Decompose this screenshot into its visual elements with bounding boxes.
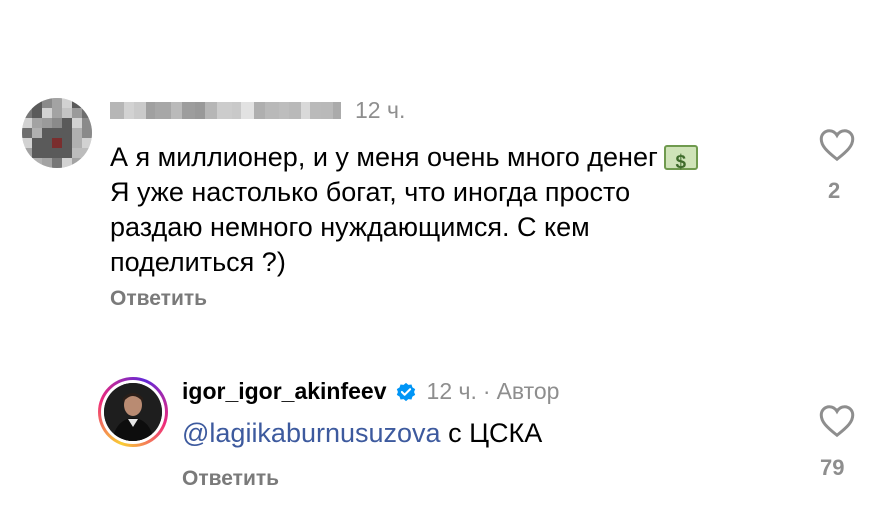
commenter-username-obscured[interactable] bbox=[110, 102, 348, 119]
comment-text: @lagiikaburnusuzova с ЦСКА bbox=[182, 418, 542, 449]
verified-badge-icon bbox=[396, 382, 415, 401]
money-emoji-icon bbox=[663, 145, 698, 180]
comment-timestamp: 12 ч. bbox=[355, 97, 406, 123]
reply-button[interactable]: Ответить bbox=[110, 287, 207, 311]
heart-outline-icon[interactable] bbox=[819, 128, 855, 162]
comment-line: раздаю немного нуждающимся. С кем bbox=[110, 212, 590, 242]
author-badge: Автор bbox=[496, 378, 560, 404]
comment-timestamp: 12 ч. bbox=[426, 378, 477, 404]
mention-link[interactable]: @lagiikaburnusuzova bbox=[182, 418, 441, 448]
like-count[interactable]: 79 bbox=[820, 455, 844, 481]
author-username[interactable]: igor_igor_akinfeev bbox=[182, 378, 387, 405]
heart-outline-icon[interactable] bbox=[819, 404, 855, 438]
commenter-avatar[interactable] bbox=[22, 98, 92, 168]
comment-line: поделиться ?) bbox=[110, 247, 286, 277]
avatar-photo bbox=[104, 383, 162, 441]
comment-body: с ЦСКА bbox=[440, 418, 543, 448]
comment-header: igor_igor_akinfeev 12 ч. · Автор bbox=[182, 378, 559, 405]
comment-line: Я уже настолько богат, что иногда просто bbox=[110, 177, 631, 207]
author-avatar[interactable] bbox=[98, 377, 168, 447]
comment-text: А я миллионер, и у меня очень много дене… bbox=[110, 140, 800, 280]
comment-line: А я миллионер, и у меня очень много дене… bbox=[110, 140, 800, 180]
separator-dot: · bbox=[482, 378, 491, 404]
like-count[interactable]: 2 bbox=[828, 178, 840, 204]
reply-button[interactable]: Ответить bbox=[182, 467, 279, 491]
